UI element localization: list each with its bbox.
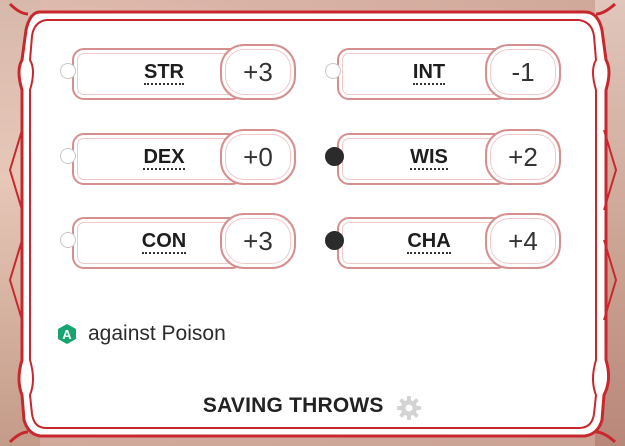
- ability-label-con[interactable]: CON: [141, 230, 187, 254]
- proficiency-dot[interactable]: [325, 63, 341, 79]
- ability-row-con: CON +3: [60, 213, 300, 269]
- ability-row-dex: DEX +0: [60, 129, 300, 185]
- advantage-badge-letter: A: [62, 327, 72, 342]
- proficiency-dot-filled[interactable]: [325, 147, 344, 166]
- section-footer: SAVING THROWS: [0, 394, 625, 421]
- ability-row-cha: CHA +4: [325, 213, 565, 269]
- ability-row-int: INT -1: [325, 44, 565, 100]
- ability-label-cha[interactable]: CHA: [407, 230, 451, 254]
- ability-row-str: STR +3: [60, 44, 300, 100]
- ability-label-str[interactable]: STR: [144, 61, 184, 85]
- proficiency-dot[interactable]: [60, 148, 76, 164]
- advantage-icon: A: [58, 324, 76, 344]
- proficiency-dot-filled[interactable]: [325, 231, 344, 250]
- ability-label-dex[interactable]: DEX: [143, 146, 185, 170]
- save-modifier-dex[interactable]: +0: [220, 129, 296, 185]
- save-modifier-cha[interactable]: +4: [485, 213, 561, 269]
- advantage-text: against Poison: [88, 322, 226, 345]
- proficiency-dot[interactable]: [60, 232, 76, 248]
- gear-icon[interactable]: [396, 395, 422, 421]
- section-title: SAVING THROWS: [202, 394, 384, 417]
- ability-label-wis[interactable]: WIS: [410, 146, 448, 170]
- ability-label-int[interactable]: INT: [412, 61, 446, 85]
- proficiency-dot[interactable]: [60, 63, 76, 79]
- advantage-note: A against Poison: [56, 322, 226, 346]
- save-modifier-con[interactable]: +3: [220, 213, 296, 269]
- save-modifier-str[interactable]: +3: [220, 44, 296, 100]
- save-modifier-int[interactable]: -1: [485, 44, 561, 100]
- ability-row-wis: WIS +2: [325, 129, 565, 185]
- save-modifier-wis[interactable]: +2: [485, 129, 561, 185]
